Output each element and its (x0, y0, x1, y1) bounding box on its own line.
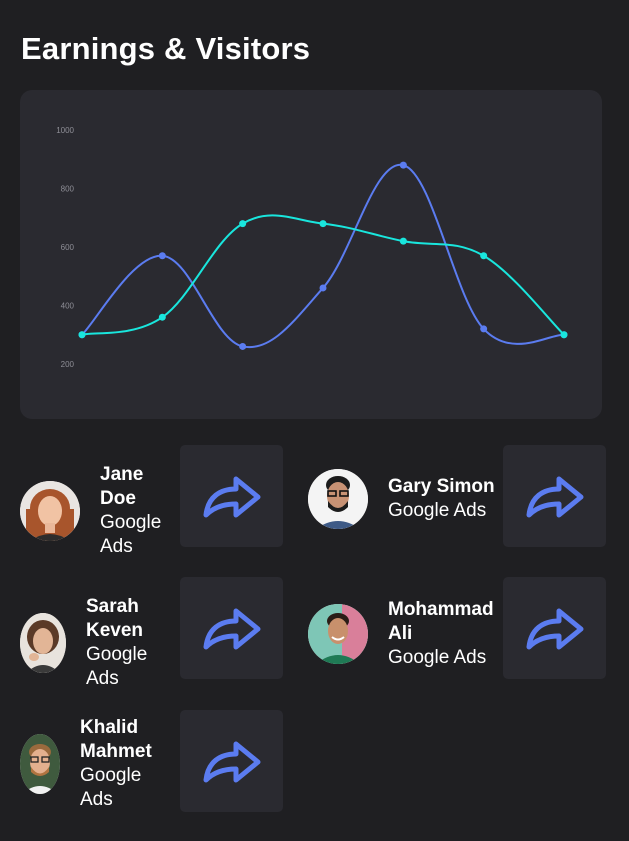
y-tick-label: 400 (61, 302, 75, 311)
share-button[interactable] (180, 710, 283, 812)
page-title: Earnings & Visitors (21, 31, 311, 66)
share-button[interactable] (503, 445, 606, 547)
data-point[interactable] (399, 161, 407, 169)
share-arrow-icon (203, 741, 260, 783)
man-glasses-avatar-photo (308, 469, 368, 529)
share-arrow-icon (526, 476, 583, 518)
data-point[interactable] (319, 284, 327, 292)
contact-item[interactable]: Sarah Keven Google Ads (20, 595, 147, 691)
contact-source: Google Ads (80, 765, 142, 810)
data-point[interactable] (239, 342, 247, 350)
data-point[interactable] (480, 252, 488, 260)
man-beard-avatar-photo (20, 734, 60, 794)
contact-source: Google Ads (388, 500, 487, 521)
contact-name: Mohammad Ali (388, 599, 494, 644)
data-point[interactable] (239, 220, 247, 228)
share-button[interactable] (503, 577, 606, 679)
share-button[interactable] (180, 445, 283, 547)
y-tick-label: 200 (61, 360, 75, 369)
data-point[interactable] (560, 331, 568, 339)
y-tick-label: 1000 (56, 126, 74, 135)
share-arrow-icon (203, 608, 260, 650)
series-line-1 (81, 164, 565, 349)
data-point[interactable] (78, 331, 86, 339)
share-arrow-icon (526, 608, 583, 650)
share-arrow-icon (203, 476, 260, 518)
series-line-2 (81, 214, 565, 336)
contact-source: Google Ads (100, 512, 162, 557)
data-point[interactable] (399, 237, 407, 245)
data-point[interactable] (319, 220, 327, 228)
contact-item[interactable]: Gary Simon Google Ads (308, 469, 495, 529)
data-point[interactable] (158, 313, 166, 321)
contact-name: Sarah Keven (86, 596, 144, 641)
data-point[interactable] (158, 252, 166, 260)
contact-name: Jane Doe (100, 464, 144, 509)
data-point[interactable] (480, 325, 488, 333)
contact-name: Gary Simon (388, 476, 495, 497)
contact-item[interactable]: Mohammad Ali Google Ads (308, 598, 494, 670)
contact-name: Khalid Mahmet (80, 717, 152, 762)
contact-source: Google Ads (388, 647, 487, 668)
contact-item[interactable]: Khalid Mahmet Google Ads (20, 716, 152, 812)
share-button[interactable] (180, 577, 283, 679)
woman-avatar-photo (20, 613, 66, 673)
chart-canvas: 1000 800 600 400 200 (56, 126, 568, 369)
contact-source: Google Ads (86, 644, 148, 689)
woman-avatar-photo (20, 481, 80, 541)
y-tick-label: 600 (61, 243, 75, 252)
man-avatar-photo (308, 604, 368, 664)
contact-item[interactable]: Jane Doe Google Ads (20, 463, 161, 559)
earnings-visitors-chart: 1000 800 600 400 200 (20, 90, 602, 419)
y-tick-label: 800 (61, 185, 75, 194)
